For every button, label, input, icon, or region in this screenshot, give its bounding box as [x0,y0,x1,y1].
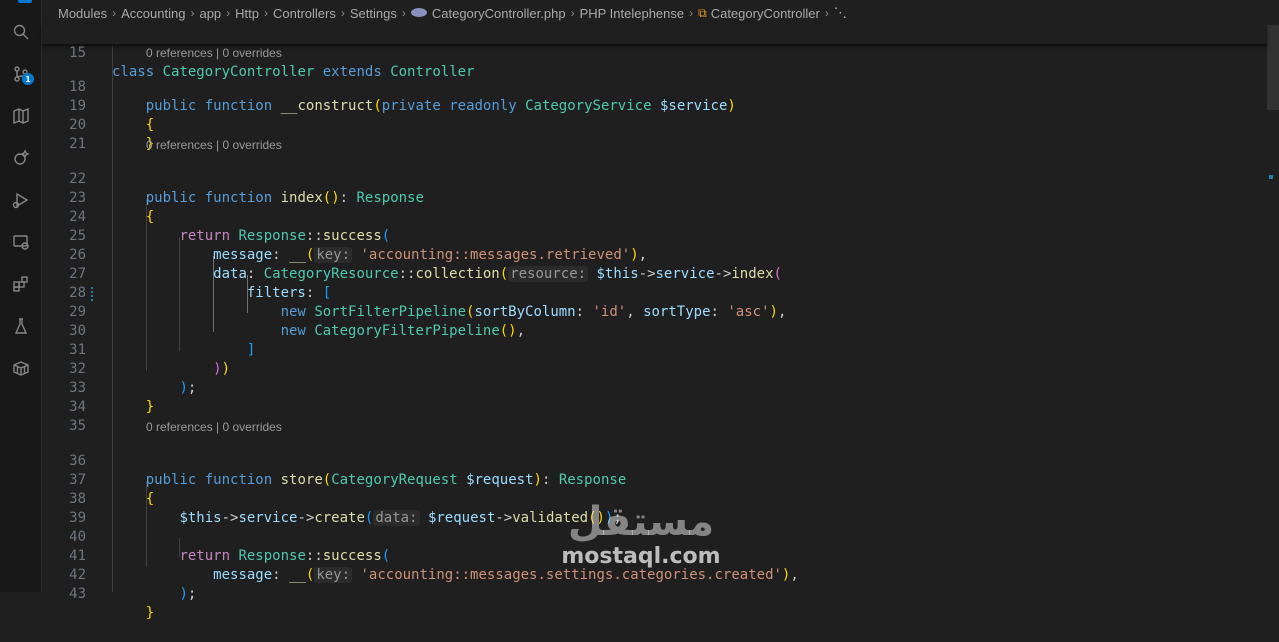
testing-icon[interactable] [10,315,31,336]
code-line: 32 ); [42,341,196,396]
line-code: $this->service->create(data: $request->v… [179,510,622,526]
code-line: 42 ); [42,547,196,602]
chevron-right-icon: › [264,6,269,20]
inlay-hint: key: [314,567,353,583]
code-line: 33 } [42,360,154,415]
line-code: ); [179,380,197,396]
scrollbar-change-marker [1269,175,1273,179]
code-line: 40 return Response::success( [42,509,390,564]
line-number: 43 [69,586,86,602]
code-lens-references[interactable]: 0 references | 0 overrides [146,418,282,436]
chevron-right-icon: › [689,6,694,20]
modified-line-gutter-indicator[interactable] [91,287,93,303]
code-lens-references[interactable]: 0 references | 0 overrides [146,136,282,154]
line-code: ] [246,342,256,358]
line-code: ); [179,586,197,602]
remote-explorer-icon[interactable] [10,231,31,252]
code-line: 35 [42,398,86,434]
code-line: 31 )) [42,322,230,377]
code-line: 23 { [42,170,154,225]
class-symbol-icon: ⧉ [698,5,707,20]
chevron-right-icon: › [190,6,195,20]
code-line: 29 new CategoryFilterPipeline(), [42,284,525,339]
line-code: class CategoryController extends Control… [112,64,475,80]
code-line: 37 { [42,452,154,507]
chevron-right-icon: › [570,6,575,20]
chevron-right-icon: › [112,6,117,20]
search-icon[interactable] [10,21,31,42]
breadcrumb: Modules › Accounting › app › Http › Controll… [42,0,1279,26]
inlay-hint: data: [373,510,420,526]
line-code: data: CategoryResource::collection(resou… [213,266,782,282]
php-file-icon [410,7,427,17]
breadcrumb-item[interactable]: Settings [350,6,397,21]
code-line: 43 } [42,566,154,621]
line-code: return Response::success( [179,228,391,244]
scrollbar-thumb[interactable] [1267,25,1279,110]
chevron-right-icon: › [226,6,231,20]
breadcrumb-item[interactable]: Modules [58,6,107,21]
run-debug-icon[interactable] [10,189,31,210]
code-line: 27 filters: [ [42,246,331,301]
breadcrumb-item[interactable]: Accounting [121,6,185,21]
line-code: new SortFilterPipeline(sortByColumn: 'id… [280,304,787,320]
inlay-hint: resource: [508,266,589,282]
line-code: } [145,399,155,415]
watermark-arabic: مستقل [567,499,715,545]
chevron-right-icon: › [824,6,829,20]
breadcrumb-file[interactable]: CategoryController.php [432,6,566,21]
line-number: 15 [69,45,86,61]
watermark-latin: mostaql.com [561,544,721,569]
code-line: 28 new SortFilterPipeline(sortByColumn: … [42,265,786,320]
code-line: 38 $this->service->create(data: $request… [42,471,622,526]
line-code: message: __(key: 'accounting::messages.r… [213,247,648,263]
line-code: { [145,209,155,225]
activity-bar: 1 [0,0,42,592]
line-code: public function index(): Response [145,190,424,206]
editor-scrollbar[interactable] [1267,25,1279,592]
sticky-scroll[interactable]: 15 class CategoryController extends Cont… [42,25,1267,80]
code-line: 39 [42,490,86,526]
code-line: 21 [42,116,86,152]
breadcrumb-item[interactable]: Controllers [273,6,336,21]
symbol-dropdown-icon[interactable]: ⋱ [834,5,847,21]
breadcrumb-item[interactable]: Http [235,6,259,21]
extensions-icon[interactable] [10,273,31,294]
containers-icon[interactable] [10,357,31,378]
code-line: 25 message: __(key: 'accounting::message… [42,208,647,263]
line-code: return Response::success( [179,548,391,564]
line-code: public function __construct(private read… [145,98,736,114]
line-code: )) [213,361,231,377]
code-line: 41 message: __(key: 'accounting::message… [42,528,799,583]
code-line: 36 public function store(CategoryRequest… [42,433,626,488]
line-code: { [145,117,155,133]
breadcrumb-item[interactable]: app [199,6,221,21]
inlay-hint: key: [314,247,353,263]
chevron-right-icon: › [401,6,406,20]
source-control-badge: 1 [22,73,34,85]
line-code: filters: [ [246,285,332,301]
line-code: new CategoryFilterPipeline(), [280,323,526,339]
map-icon[interactable] [10,105,31,126]
code-lens-references[interactable]: 0 references | 0 overrides [146,44,282,62]
breadcrumb-item[interactable]: PHP Intelephense [580,6,685,21]
line-code: { [145,491,155,507]
breadcrumb-symbol[interactable]: CategoryController [711,6,820,21]
line-code: public function store(CategoryRequest $r… [145,472,627,488]
code-line: 34 [42,379,86,415]
explorer-icon[interactable] [18,0,32,3]
line-code: } [145,605,155,621]
code-line: 26 data: CategoryResource::collection(re… [42,227,782,282]
watermark-logo: مستقل mostaql.com [556,500,726,584]
copilot-icon[interactable] [10,147,31,168]
code-line: 24 return Response::success( [42,189,390,244]
chevron-right-icon: › [340,6,345,20]
code-line: 15 class CategoryController extends Cont… [42,25,474,80]
code-line: 30 ] [42,303,255,358]
code-line: 22 public function index(): Response [42,151,424,206]
